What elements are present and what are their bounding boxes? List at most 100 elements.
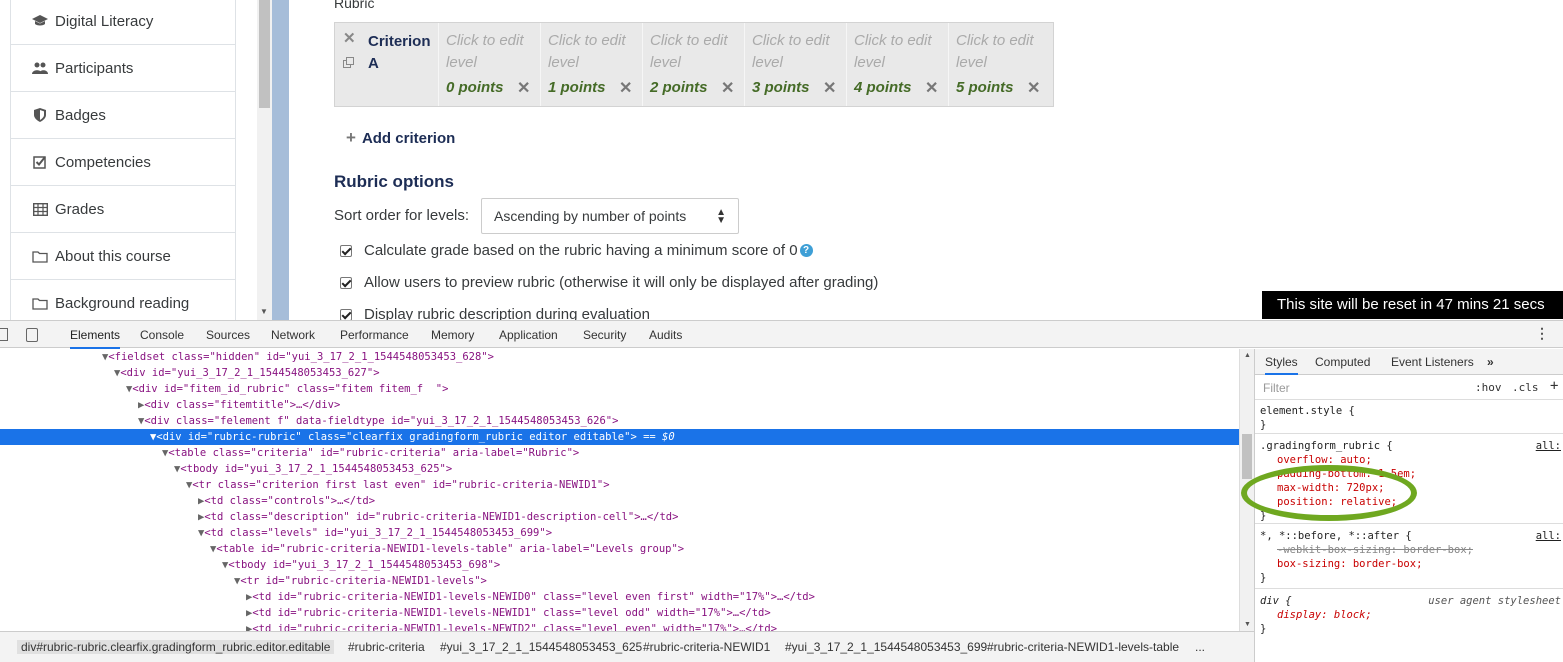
add-criterion-button[interactable]: + Add criterion [346,128,455,148]
sidebar-item-badges[interactable]: Badges [11,92,235,139]
sidebar-scrollbar-thumb[interactable] [259,0,270,108]
level-cell[interactable]: Click to edit level 1 points ✕ [540,23,642,106]
level-cell[interactable]: Click to edit level 5 points ✕ [948,23,1050,106]
level-points[interactable]: 1 points [548,79,606,96]
checkbox-display-description[interactable] [340,308,352,320]
new-rule-button[interactable]: + [1550,378,1558,394]
option-preview-rubric[interactable]: Allow users to preview rubric (otherwise… [340,274,878,291]
breadcrumb-item[interactable]: #yui_3_17_2_1_1544548053453_699 [785,640,987,654]
scroll-down-arrow-icon[interactable]: ▼ [260,307,268,316]
sidebar-item-about-this-course[interactable]: About this course [11,233,235,280]
level-points[interactable]: 4 points [854,79,912,96]
tab-computed[interactable]: Computed [1315,355,1370,369]
tab-application[interactable]: Application [499,328,558,342]
level-definition[interactable]: Click to edit level [650,30,739,74]
sidebar-item-competencies[interactable]: Competencies [11,139,235,186]
delete-level-icon[interactable]: ✕ [619,78,632,98]
level-definition[interactable]: Click to edit level [446,30,535,74]
dom-node[interactable]: ▼<tbody id="yui_3_17_2_1_1544548053453_6… [0,557,1239,573]
breadcrumb-item[interactable]: #rubric-criteria-NEWID1 [643,640,770,654]
scroll-down-arrow-icon[interactable]: ▼ [1244,621,1251,628]
css-property[interactable]: padding-bottom: 1.5em; [1277,467,1416,481]
device-toolbar-icon[interactable] [26,328,38,342]
more-options-icon[interactable]: ⋮ [1535,325,1549,342]
css-property[interactable]: overflow: auto; [1277,453,1372,467]
dom-node[interactable]: ▼<table id="rubric-criteria-NEWID1-level… [0,541,1239,557]
dom-node[interactable]: ▼<tr id="rubric-criteria-NEWID1-levels"> [0,573,1239,589]
dom-node[interactable]: ▼<tbody id="yui_3_17_2_1_1544548053453_6… [0,461,1239,477]
dom-node[interactable]: ▼<fieldset class="hidden" id="yui_3_17_2… [0,349,1239,365]
delete-level-icon[interactable]: ✕ [517,78,530,98]
sidebar-item-participants[interactable]: Participants [11,45,235,92]
level-points[interactable]: 3 points [752,79,810,96]
sidebar-item-grades[interactable]: Grades [11,186,235,233]
rule-source-link[interactable]: all: [1536,529,1561,543]
class-toggle[interactable]: .cls [1512,381,1539,394]
delete-level-icon[interactable]: ✕ [1027,78,1040,98]
criterion-description[interactable]: Criterion A [363,23,438,106]
dom-node[interactable]: ▼<tr class="criterion first last even" i… [0,477,1239,493]
tab-performance[interactable]: Performance [340,328,409,342]
rule-source-link[interactable]: all: [1536,439,1561,453]
elements-scrollbar-thumb[interactable] [1242,434,1252,479]
delete-level-icon[interactable]: ✕ [823,78,836,98]
level-definition[interactable]: Click to edit level [752,30,841,74]
option-display-description[interactable]: Display rubric description during evalua… [340,306,650,320]
elements-scrollbar[interactable]: ▲ ▼ [1239,349,1254,631]
level-points[interactable]: 0 points [446,79,504,96]
styles-filter-input[interactable]: Filter [1263,381,1290,395]
dom-node[interactable]: ▶<td id="rubric-criteria-NEWID1-levels-N… [0,621,1239,631]
level-definition[interactable]: Click to edit level [548,30,637,74]
tab-memory[interactable]: Memory [431,328,474,342]
level-points[interactable]: 2 points [650,79,708,96]
option-min-score[interactable]: Calculate grade based on the rubric havi… [340,242,813,259]
delete-level-icon[interactable]: ✕ [925,78,938,98]
dom-node[interactable]: ▶<td id="rubric-criteria-NEWID1-levels-N… [0,589,1239,605]
dom-node[interactable]: ▼<div id="fitem_id_rubric" class="fitem … [0,381,1239,397]
breadcrumb-item[interactable]: #rubric-criteria-NEWID1-levels-table [987,640,1179,654]
breadcrumb-item[interactable]: div#rubric-rubric.clearfix.gradingform_r… [17,640,335,654]
tab-event-listeners[interactable]: Event Listeners [1391,355,1474,369]
level-definition[interactable]: Click to edit level [854,30,943,74]
checkbox-preview-rubric[interactable] [340,276,352,289]
delete-criterion-icon[interactable]: ✕ [343,29,356,47]
tab-console[interactable]: Console [140,328,184,342]
breadcrumb-item[interactable]: #yui_3_17_2_1_1544548053453_625 [440,640,642,654]
duplicate-criterion-icon[interactable] [343,56,355,68]
tab-sources[interactable]: Sources [206,328,250,342]
hover-state-toggle[interactable]: :hov [1475,381,1502,394]
css-property[interactable]: position: relative; [1277,495,1397,509]
scroll-up-arrow-icon[interactable]: ▲ [1244,352,1251,359]
breadcrumb-item[interactable]: #rubric-criteria [348,640,425,654]
tab-styles[interactable]: Styles [1265,355,1298,375]
level-cell[interactable]: Click to edit level 4 points ✕ [846,23,948,106]
more-tabs-icon[interactable]: » [1487,355,1494,369]
css-property-overridden[interactable]: -webkit-box-sizing: border-box; [1277,543,1473,557]
sidebar-item-background-reading[interactable]: Background reading [11,280,235,320]
checkbox-min-score[interactable] [340,244,352,257]
inspect-element-icon[interactable] [0,328,8,341]
breadcrumb-item[interactable]: ... [1195,640,1205,654]
level-definition[interactable]: Click to edit level [956,30,1045,74]
dom-node[interactable]: ▶<div class="fitemtitle">…</div> [0,397,1239,413]
css-property[interactable]: box-sizing: border-box; [1277,557,1422,571]
dom-node[interactable]: ▼<div id="yui_3_17_2_1_1544548053453_627… [0,365,1239,381]
dom-node[interactable]: ▼<div class="felement f" data-fieldtype … [0,413,1239,429]
tab-elements[interactable]: Elements [70,328,121,349]
level-points[interactable]: 5 points [956,79,1014,96]
css-property-max-width[interactable]: max-width: 720px; [1277,481,1384,495]
help-icon[interactable]: ? [799,244,813,257]
delete-level-icon[interactable]: ✕ [721,78,734,98]
sidebar-item-digital-literacy[interactable]: Digital Literacy [11,0,235,45]
level-cell[interactable]: Click to edit level 0 points ✕ [438,23,540,106]
sidebar-scrollbar[interactable]: ▼ [257,0,272,320]
level-cell[interactable]: Click to edit level 2 points ✕ [642,23,744,106]
dom-node[interactable]: ▶<td class="controls">…</td> [0,493,1239,509]
sort-order-select[interactable]: Ascending by number of points ▲ ▼ [481,198,739,234]
tab-security[interactable]: Security [583,328,626,342]
level-cell[interactable]: Click to edit level 3 points ✕ [744,23,846,106]
dom-node[interactable]: ▼<table class="criteria" id="rubric-crit… [0,445,1239,461]
tab-network[interactable]: Network [271,328,315,342]
tab-audits[interactable]: Audits [649,328,682,342]
dom-node[interactable]: ▶<td class="description" id="rubric-crit… [0,509,1239,525]
